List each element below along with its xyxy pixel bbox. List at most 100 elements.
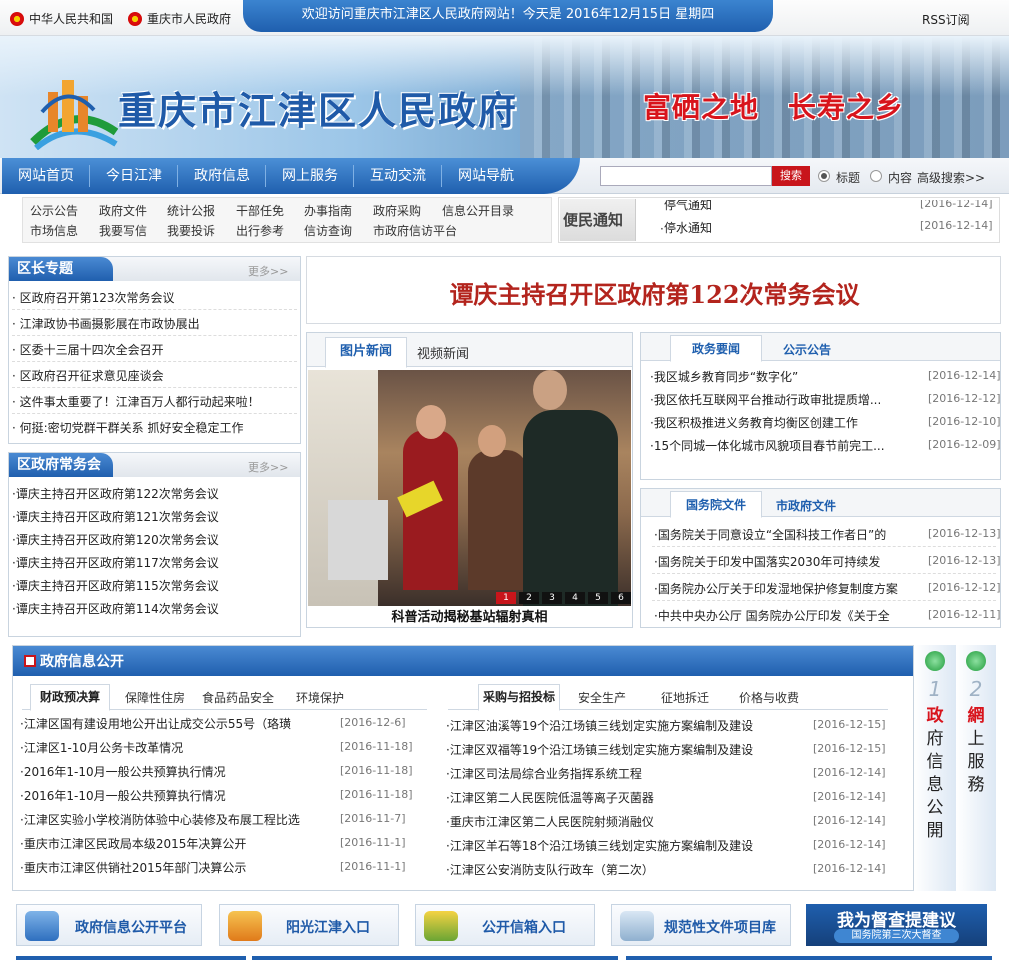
- quick-link[interactable]: 干部任免: [236, 202, 284, 219]
- list-item[interactable]: ·重庆市江津区供销社2015年部门决算公示: [20, 859, 246, 876]
- list-item[interactable]: ·江津区公安消防支队行政车（第二次）: [446, 861, 654, 878]
- nav-today[interactable]: 今日江津: [106, 165, 162, 185]
- list-item[interactable]: · 区政府召开第123次常务会议: [12, 289, 297, 306]
- top-link-cq[interactable]: 重庆市人民政府: [128, 10, 231, 27]
- top-link-prc[interactable]: 中华人民共和国: [10, 10, 113, 27]
- list-item[interactable]: ·2016年1-10月一般公共预算执行情况: [20, 787, 226, 804]
- search-input[interactable]: [600, 166, 772, 186]
- photo-page-6[interactable]: 6: [611, 592, 631, 604]
- list-date: [2016-12-09]: [928, 438, 1001, 451]
- list-item[interactable]: ·中共中央办公厅 国务院办公厅印发《关于全: [654, 607, 904, 624]
- list-item[interactable]: · 何挺:密切党群干群关系 抓好安全稳定工作: [12, 419, 297, 436]
- quick-link[interactable]: 公示公告: [30, 202, 78, 219]
- quick-link[interactable]: 我要投诉: [167, 222, 215, 239]
- entry-open-info-platform[interactable]: 政府信息公开平台: [16, 904, 202, 946]
- quick-link[interactable]: 政府文件: [99, 202, 147, 219]
- list-item[interactable]: ·2016年1-10月一般公共预算执行情况: [20, 763, 226, 780]
- tab-food-drug[interactable]: 食品药品安全: [202, 689, 274, 706]
- site-title: 重庆市江津区人民政府: [118, 88, 519, 133]
- list-item[interactable]: ·谭庆主持召开区政府第115次常务会议: [12, 577, 219, 594]
- entry-sunshine-jiangjin[interactable]: 阳光江津入口: [219, 904, 399, 946]
- advanced-search-link[interactable]: 高级搜索>>: [917, 169, 985, 186]
- nav-online-service[interactable]: 网上服务: [282, 165, 338, 185]
- photo-page-2[interactable]: 2: [519, 592, 539, 604]
- entry-public-mailbox[interactable]: 公开信箱入口: [415, 904, 595, 946]
- side-tab-gov-info[interactable]: 1 政府信息公開: [914, 645, 956, 891]
- tab-budget[interactable]: 财政预决算: [30, 684, 110, 711]
- side-tab-online-service[interactable]: 2 網上服務: [956, 645, 996, 891]
- list-item[interactable]: ·江津区司法局综合业务指挥系统工程: [446, 765, 642, 782]
- list-item[interactable]: ·国务院关于同意设立“全国科技工作者日”的: [654, 526, 904, 543]
- quick-link[interactable]: 市场信息: [30, 222, 78, 239]
- tab-safety[interactable]: 安全生产: [578, 689, 626, 706]
- list-item[interactable]: ·国务院办公厅关于印发湿地保护修复制度方案: [654, 580, 904, 597]
- list-item[interactable]: ·江津区1-10月公务卡改革情况: [20, 739, 183, 756]
- list-item[interactable]: ·谭庆主持召开区政府第120次常务会议: [12, 531, 219, 548]
- tab-public-notice[interactable]: 公示公告: [783, 341, 831, 358]
- notice-item[interactable]: 停气通知: [664, 200, 712, 213]
- tab-video-news[interactable]: 视频新闻: [417, 343, 469, 362]
- list-item[interactable]: ·我区城乡教育同步“数字化”: [650, 368, 880, 385]
- tab-environment[interactable]: 环境保护: [296, 689, 344, 706]
- search-option-content-radio[interactable]: [870, 170, 882, 182]
- list-item[interactable]: ·我区依托互联网平台推动行政审批提质增...: [650, 391, 880, 408]
- photo-caption[interactable]: 科普活动揭秘基站辐射真相: [308, 606, 631, 626]
- entry-normative-docs[interactable]: 规范性文件项目库: [611, 904, 791, 946]
- quick-link[interactable]: 信访查询: [304, 222, 352, 239]
- list-item[interactable]: ·谭庆主持召开区政府第121次常务会议: [12, 508, 219, 525]
- photo-page-3[interactable]: 3: [542, 592, 562, 604]
- list-item[interactable]: ·谭庆主持召开区政府第114次常务会议: [12, 600, 219, 617]
- photo-page-4[interactable]: 4: [565, 592, 585, 604]
- search-button[interactable]: 搜索: [772, 166, 810, 186]
- tab-land[interactable]: 征地拆迁: [661, 689, 709, 706]
- tab-gov-news[interactable]: 政务要闻: [670, 335, 762, 362]
- list-item[interactable]: · 区委十三届十四次全会召开: [12, 341, 297, 358]
- quick-link[interactable]: 我要写信: [99, 222, 147, 239]
- list-item[interactable]: ·江津区双福等19个沿江场镇三线划定实施方案编制及建设: [446, 741, 776, 758]
- tab-city-gov-docs[interactable]: 市政府文件: [776, 497, 836, 514]
- tab-procurement[interactable]: 采购与招投标: [478, 684, 560, 711]
- list-item[interactable]: ·谭庆主持召开区政府第117次常务会议: [12, 554, 219, 571]
- search-option-title-radio[interactable]: [818, 170, 830, 182]
- nav-home[interactable]: 网站首页: [18, 165, 74, 185]
- quick-link[interactable]: 信息公开目录: [442, 202, 514, 219]
- tab-housing[interactable]: 保障性住房: [125, 689, 185, 706]
- tab-photo-news[interactable]: 图片新闻: [325, 337, 407, 368]
- headline-link[interactable]: 谭庆主持召开区政府第122次常务会议: [307, 275, 1002, 310]
- standing-meeting-more-link[interactable]: 更多>>: [248, 459, 288, 475]
- list-item-text: 我区城乡教育同步“数字化”: [653, 370, 799, 384]
- list-item[interactable]: ·江津区第二人民医院低温等离子灭菌器: [446, 789, 654, 806]
- list-item[interactable]: ·重庆市江津区第二人民医院射频消融仪: [446, 813, 654, 830]
- list-item[interactable]: ·江津区羊石等18个沿江场镇三线划定实施方案编制及建设: [446, 837, 776, 854]
- list-item[interactable]: ·国务院关于印发中国落实2030年可持续发: [654, 553, 904, 570]
- list-item[interactable]: ·重庆市江津区民政局本级2015年决算公开: [20, 835, 246, 852]
- list-item[interactable]: ·我区积极推进义务教育均衡区创建工作: [650, 414, 880, 431]
- quick-link[interactable]: 统计公报: [167, 202, 215, 219]
- entry-inspection-suggestion[interactable]: 我为督查提建议 国务院第三次大督查: [806, 904, 987, 946]
- quick-link[interactable]: 政府采购: [373, 202, 421, 219]
- mayor-topic-more-link[interactable]: 更多>>: [248, 263, 288, 279]
- list-item[interactable]: ·15个同城一体化城市风貌项目春节前完工...: [650, 437, 890, 454]
- photo-page-5[interactable]: 5: [588, 592, 608, 604]
- list-item[interactable]: · 这件事太重要了！江津百万人都行动起来啦！: [12, 393, 297, 410]
- rss-link[interactable]: RSS订阅: [922, 11, 970, 28]
- photo-page-1[interactable]: 1: [496, 592, 516, 604]
- nav-interaction[interactable]: 互动交流: [370, 165, 426, 185]
- notice-item[interactable]: 停水通知: [664, 219, 712, 236]
- tab-price[interactable]: 价格与收费: [739, 689, 799, 706]
- list-item[interactable]: ·江津区国有建设用地公开出让成交公示55号（珞璜: [20, 715, 292, 732]
- side-tab-char: 上: [967, 729, 985, 749]
- tab-state-council-docs[interactable]: 国务院文件: [670, 491, 762, 518]
- nav-sitemap[interactable]: 网站导航: [458, 165, 514, 185]
- list-item[interactable]: ·谭庆主持召开区政府第122次常务会议: [12, 485, 219, 502]
- quick-link[interactable]: 出行参考: [236, 222, 284, 239]
- quick-link[interactable]: 办事指南: [304, 202, 352, 219]
- quick-link[interactable]: 市政府信访平台: [373, 222, 457, 239]
- list-item[interactable]: ·江津区油溪等19个沿江场镇三线划定实施方案编制及建设: [446, 717, 776, 734]
- list-item[interactable]: ·江津区实验小学校消防体验中心装修及布展工程比选: [20, 811, 310, 828]
- list-item[interactable]: · 区政府召开征求意见座谈会: [12, 367, 297, 384]
- nav-gov-info[interactable]: 政府信息: [194, 165, 250, 185]
- photo-news-image[interactable]: [308, 370, 631, 606]
- list-item[interactable]: · 江津政协书画摄影展在市政协展出: [12, 315, 297, 332]
- list-item-text: 区政府召开征求意见座谈会: [19, 369, 164, 383]
